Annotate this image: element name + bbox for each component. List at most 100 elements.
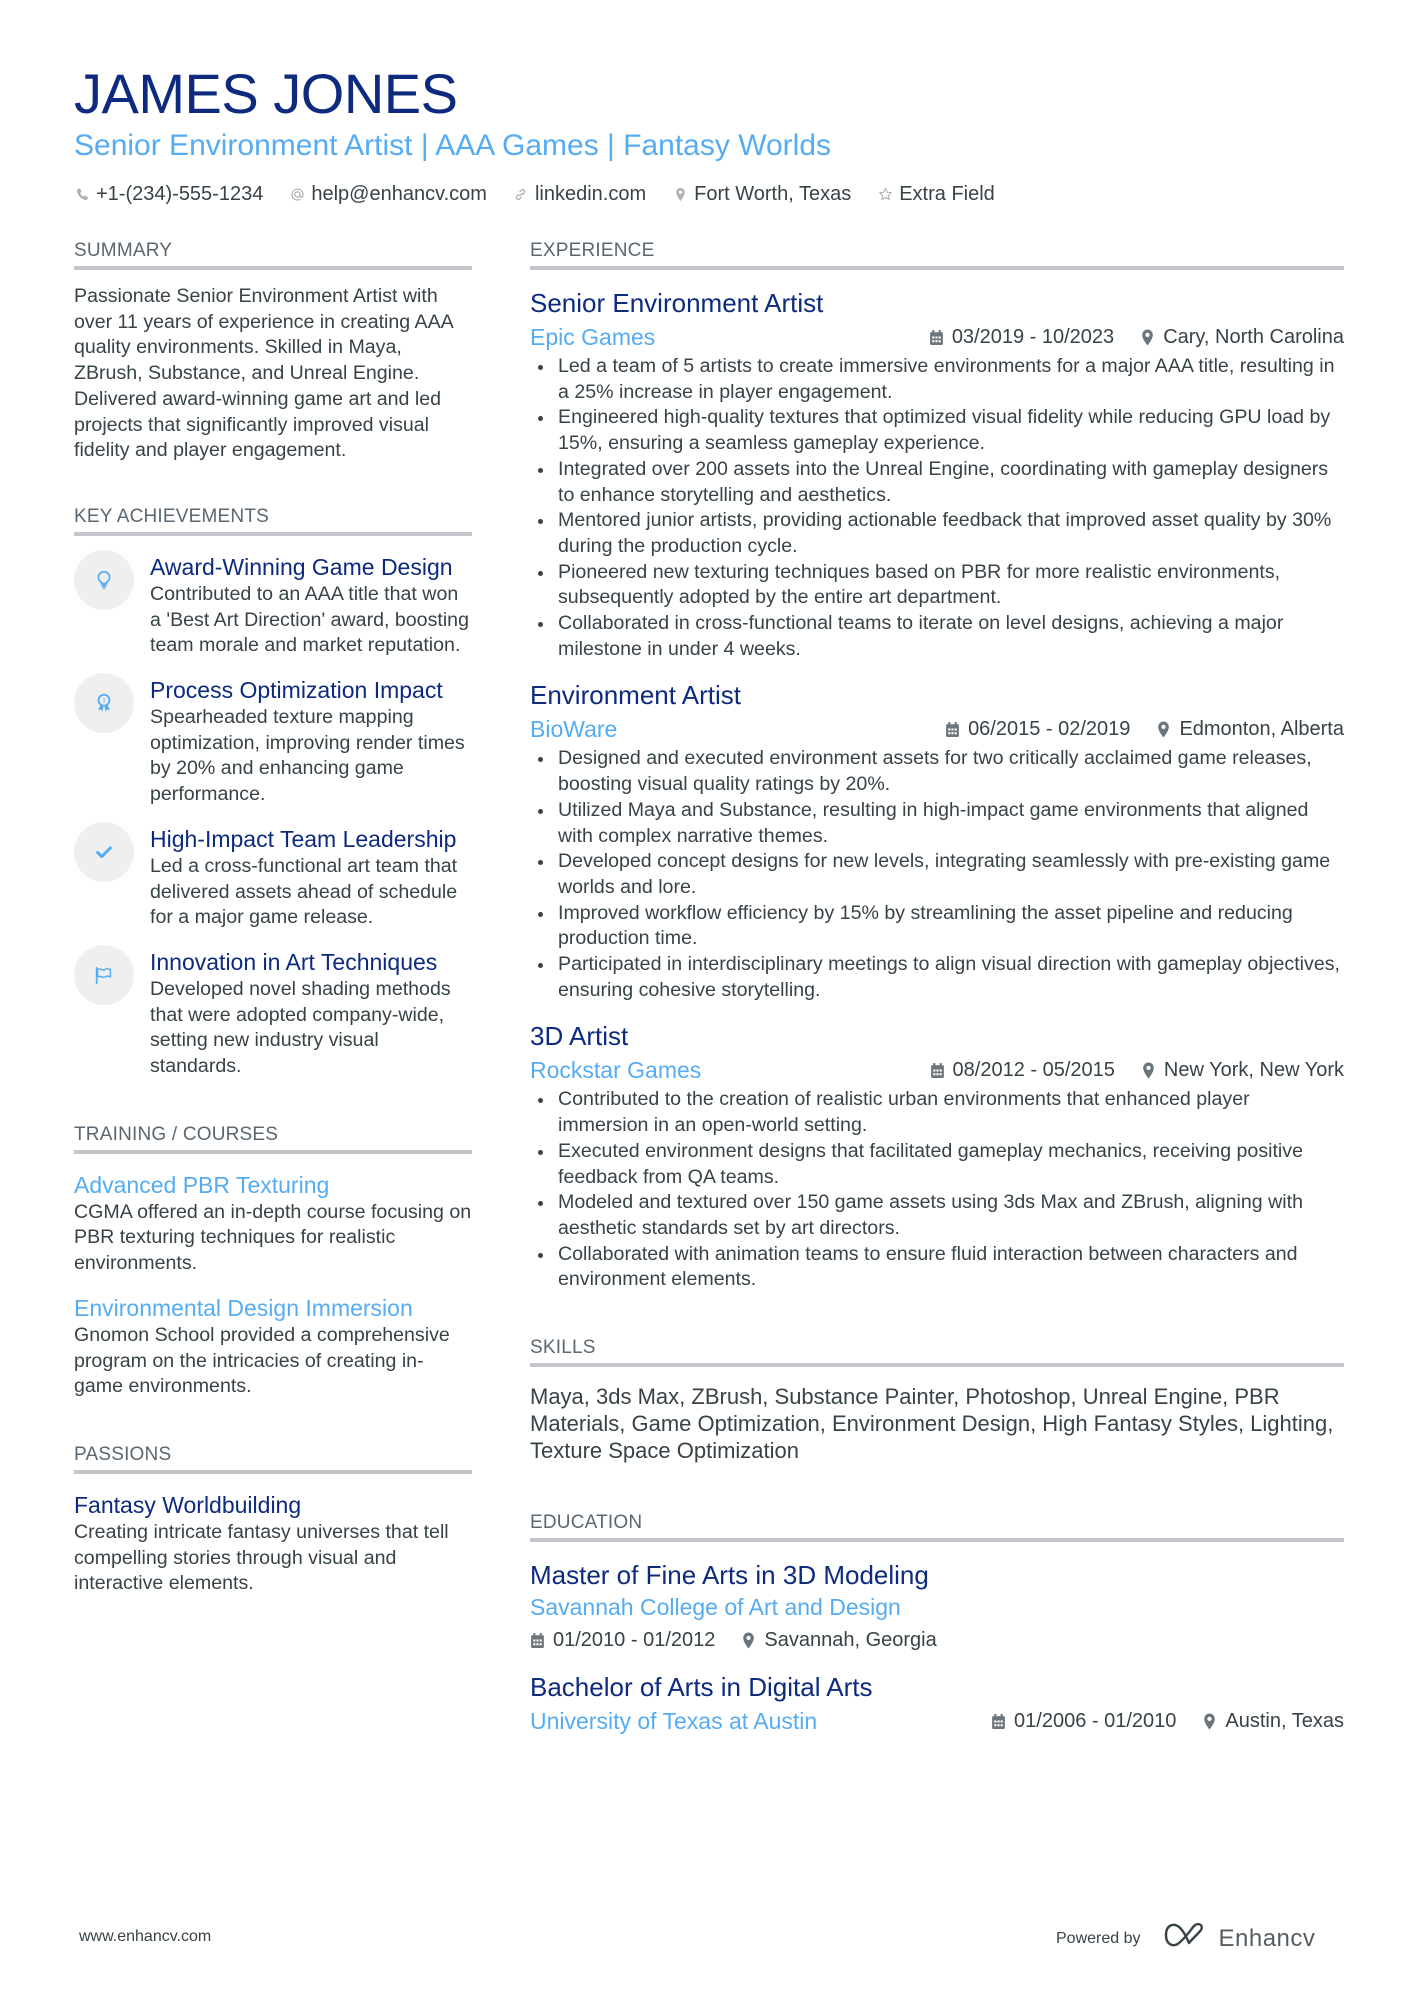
education-location: Savannah, Georgia (764, 1629, 937, 1652)
passion-title: Fantasy Worldbuilding (74, 1491, 302, 1518)
summary-section: SUMMARY Passionate Senior Environment Ar… (74, 236, 472, 464)
candidate-tagline: Senior Environment Artist | AAA Games | … (74, 129, 832, 162)
achievement-title: Innovation in Art Techniques (150, 948, 438, 975)
bullet: Mentored junior artists, providing actio… (538, 508, 1344, 559)
job-entry: Environment Artist BioWare 06/2015 - 02/… (530, 678, 1344, 1003)
course-desc: Gnomon School provided a comprehensive p… (74, 1323, 450, 1398)
contact-location: Fort Worth, Texas (672, 180, 851, 208)
education-entry: Bachelor of Arts in Digital Arts Univers… (530, 1670, 1344, 1736)
job-entry: 3D Artist Rockstar Games 08/2012 - 05/20… (530, 1019, 1344, 1293)
contact-row: +1-(234)-555-1234 help@enhancv.com linke… (74, 180, 1344, 208)
location-pin-icon (672, 185, 688, 203)
school-name: Savannah College of Art and Design (530, 1594, 901, 1621)
linkedin-text: linkedin.com (534, 183, 647, 205)
footer-branding: Powered by Enhancv (1056, 1922, 1315, 1955)
calendar-icon (929, 329, 944, 346)
bullet: Collaborated in cross-functional teams t… (538, 611, 1344, 662)
bullet: Executed environment designs that facili… (538, 1139, 1344, 1190)
calendar-icon (530, 1632, 545, 1649)
achievement-item: High-Impact Team Leadership Led a cross-… (74, 821, 472, 931)
link-icon (513, 185, 529, 203)
phone-icon (74, 185, 90, 203)
footer-website-link[interactable]: www.enhancv.com (79, 1928, 211, 1946)
passions-section: PASSIONS Fantasy Worldbuilding Creating … (74, 1440, 472, 1597)
bullet: Collaborated with animation teams to ens… (538, 1242, 1344, 1293)
course-title: Advanced PBR Texturing (74, 1171, 330, 1198)
section-title-experience: EXPERIENCE (530, 236, 1344, 270)
location-pin-icon (1156, 721, 1171, 738)
bullet: Engineered high-quality textures that op… (538, 405, 1344, 456)
training-section: TRAINING / COURSES Advanced PBR Texturin… (74, 1120, 472, 1400)
achievement-desc: Developed novel shading methods that wer… (150, 977, 451, 1078)
degree-title: Master of Fine Arts in 3D Modeling (530, 1560, 929, 1591)
achievement-item: Innovation in Art Techniques Developed n… (74, 944, 472, 1080)
job-location: New York, New York (1163, 1059, 1344, 1082)
job-entry: Senior Environment Artist Epic Games 03/… (530, 286, 1344, 662)
section-title-education: EDUCATION (530, 1508, 1344, 1543)
bullet: Developed concept designs for new levels… (538, 849, 1344, 900)
contact-phone[interactable]: +1-(234)-555-1234 (74, 180, 263, 208)
job-dates: 06/2015 - 02/2019 (968, 718, 1131, 741)
location-pin-icon (1202, 1713, 1217, 1730)
bullet: Improved workflow efficiency by 15% by s… (538, 901, 1344, 952)
section-title-passions: PASSIONS (74, 1440, 472, 1474)
location-pin-icon (741, 1632, 756, 1649)
achievement-title: High-Impact Team Leadership (150, 825, 457, 852)
job-title: 3D Artist (530, 1021, 629, 1052)
right-column: EXPERIENCE Senior Environment Artist Epi… (530, 236, 1344, 1758)
checkmark-icon (74, 821, 134, 882)
skills-list: Maya, 3ds Max, ZBrush, Substance Painter… (530, 1384, 1334, 1464)
achievement-item: Award-Winning Game Design Contributed to… (74, 549, 472, 659)
calendar-icon (945, 721, 960, 738)
school-name: University of Texas at Austin (530, 1708, 818, 1735)
bullet: Modeled and textured over 150 game asset… (538, 1190, 1344, 1241)
lightbulb-icon (74, 549, 134, 610)
skills-section: SKILLS Maya, 3ds Max, ZBrush, Substance … (530, 1333, 1344, 1464)
company-name: Epic Games (530, 324, 656, 350)
location-pin-icon (1140, 329, 1155, 346)
at-icon (289, 185, 305, 203)
svg-text:1: 1 (102, 698, 106, 705)
education-location: Austin, Texas (1225, 1710, 1344, 1733)
job-bullets: Designed and executed environment assets… (530, 746, 1344, 1003)
phone-text: +1-(234)-555-1234 (96, 183, 264, 205)
brand-logo[interactable]: Enhancv (1161, 1922, 1316, 1955)
company-name: BioWare (530, 716, 618, 743)
achievement-desc: Led a cross-functional art team that del… (150, 854, 458, 929)
education-section: EDUCATION Master of Fine Arts in 3D Mode… (530, 1508, 1344, 1736)
achievement-desc: Spearheaded texture mapping optimization… (150, 706, 465, 806)
job-location: Edmonton, Alberta (1179, 718, 1344, 741)
company-name: Rockstar Games (530, 1057, 702, 1084)
passion-desc: Creating intricate fantasy universes tha… (74, 1520, 449, 1595)
job-bullets: Led a team of 5 artists to create immers… (530, 354, 1344, 662)
brand-name: Enhancv (1218, 1924, 1316, 1952)
achievement-title: Award-Winning Game Design (150, 553, 453, 580)
job-location: Cary, North Carolina (1163, 326, 1344, 348)
section-title-skills: SKILLS (530, 1333, 1344, 1368)
passion-item: Fantasy Worldbuilding Creating intricate… (74, 1490, 472, 1597)
experience-section: EXPERIENCE Senior Environment Artist Epi… (530, 236, 1344, 1293)
course-desc: CGMA offered an in-depth course focusing… (74, 1200, 472, 1275)
course-item: Advanced PBR Texturing CGMA offered an i… (74, 1170, 472, 1277)
achievement-title: Process Optimization Impact (150, 677, 443, 704)
summary-text: Passionate Senior Environment Artist wit… (74, 285, 453, 462)
job-dates: 03/2019 - 10/2023 (951, 326, 1115, 348)
enhancv-logo-icon (1161, 1922, 1209, 1955)
job-title: Environment Artist (530, 680, 741, 711)
bullet: Participated in interdisciplinary meetin… (538, 952, 1344, 1003)
contact-linkedin[interactable]: linkedin.com (513, 180, 646, 208)
achievement-desc: Contributed to an AAA title that won a '… (150, 582, 469, 657)
star-icon (877, 185, 893, 203)
bullet: Pioneered new texturing techniques based… (538, 560, 1344, 611)
calendar-icon (991, 1713, 1006, 1730)
calendar-icon (930, 1062, 945, 1079)
contact-extra: Extra Field (877, 180, 995, 208)
degree-title: Bachelor of Arts in Digital Arts (530, 1672, 873, 1703)
bullet: Contributed to the creation of realistic… (538, 1087, 1344, 1138)
contact-email[interactable]: help@enhancv.com (289, 180, 487, 208)
bullet: Integrated over 200 assets into the Unre… (538, 457, 1344, 508)
key-achievements-section: KEY ACHIEVEMENTS Award-Winning Game Desi… (74, 502, 472, 1080)
bullet: Utilized Maya and Substance, resulting i… (538, 798, 1344, 849)
section-title-key-achievements: KEY ACHIEVEMENTS (74, 502, 472, 536)
section-title-training: TRAINING / COURSES (74, 1120, 472, 1154)
